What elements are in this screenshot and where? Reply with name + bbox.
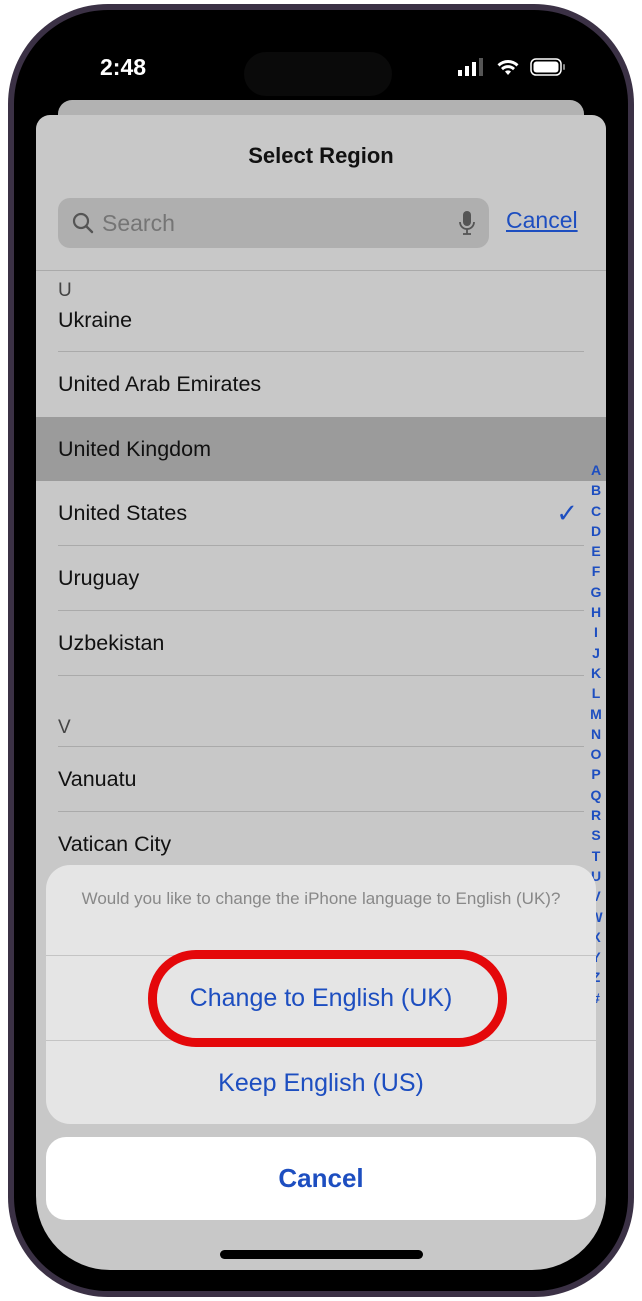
item-label: United Arab Emirates [58, 371, 262, 396]
index-letter[interactable]: I [594, 622, 598, 642]
index-letter[interactable]: S [591, 825, 600, 845]
index-letter[interactable]: D [591, 521, 601, 541]
dynamic-island [244, 52, 392, 96]
cellular-signal-icon [458, 58, 483, 76]
action-sheet-message: Would you like to change the iPhone lang… [81, 889, 561, 908]
list-item-uae[interactable]: United Arab Emirates [36, 352, 606, 416]
index-letter[interactable]: A [591, 460, 601, 480]
divider [36, 270, 606, 271]
item-label: United Kingdom [58, 436, 211, 461]
status-icons [458, 58, 566, 76]
list-item-united-states[interactable]: United States ✓ [36, 481, 606, 545]
action-sheet-cancel-button[interactable]: Cancel [46, 1137, 596, 1220]
index-letter[interactable]: G [591, 582, 602, 602]
item-label: Ukraine [58, 307, 133, 332]
index-letter[interactable]: O [591, 744, 602, 764]
annotation-highlight-circle [148, 950, 507, 1047]
index-letter[interactable]: R [591, 805, 601, 825]
index-letter[interactable]: B [591, 480, 601, 500]
wifi-icon [497, 60, 519, 75]
item-label: Uruguay [58, 565, 140, 590]
index-letter[interactable]: H [591, 602, 601, 622]
index-letter[interactable]: T [592, 846, 601, 866]
item-label: Vatican City [58, 831, 172, 856]
index-letter[interactable]: J [592, 643, 600, 663]
cancel-search-button[interactable]: Cancel [506, 207, 578, 234]
index-letter[interactable]: F [592, 561, 601, 581]
microphone-icon[interactable] [459, 210, 475, 236]
index-letter[interactable]: E [591, 541, 600, 561]
list-item-united-kingdom[interactable]: United Kingdom [36, 417, 606, 481]
index-letter[interactable]: L [592, 683, 601, 703]
item-label: United States [58, 500, 188, 525]
index-letter[interactable]: K [591, 663, 601, 683]
index-letter[interactable]: Q [591, 785, 602, 805]
battery-icon [530, 58, 565, 76]
index-letter[interactable]: C [591, 501, 601, 521]
screen: 2:48 Select Region Cancel U Ukraine Unit… [36, 30, 606, 1270]
status-time: 2:48 [100, 54, 147, 80]
search-field[interactable] [58, 198, 489, 248]
index-letter[interactable]: P [591, 764, 600, 784]
home-indicator[interactable] [220, 1250, 423, 1259]
section-header-v: V [58, 717, 71, 738]
index-letter[interactable]: N [591, 724, 601, 744]
list-item-vanuatu[interactable]: Vanuatu [36, 747, 606, 811]
checkmark-icon: ✓ [556, 497, 578, 528]
list-item-ukraine[interactable]: Ukraine [36, 296, 606, 344]
item-label: Vanuatu [58, 766, 137, 791]
item-label: Uzbekistan [58, 630, 165, 655]
keep-english-us-button[interactable]: Keep English (US) [46, 1041, 596, 1124]
search-input[interactable] [102, 209, 451, 237]
list-item-uruguay[interactable]: Uruguay [36, 546, 606, 610]
list-item-uzbekistan[interactable]: Uzbekistan [36, 611, 606, 675]
divider [58, 675, 584, 676]
sheet-title: Select Region [248, 143, 394, 168]
index-letter[interactable]: M [590, 704, 602, 724]
search-icon [72, 212, 94, 234]
